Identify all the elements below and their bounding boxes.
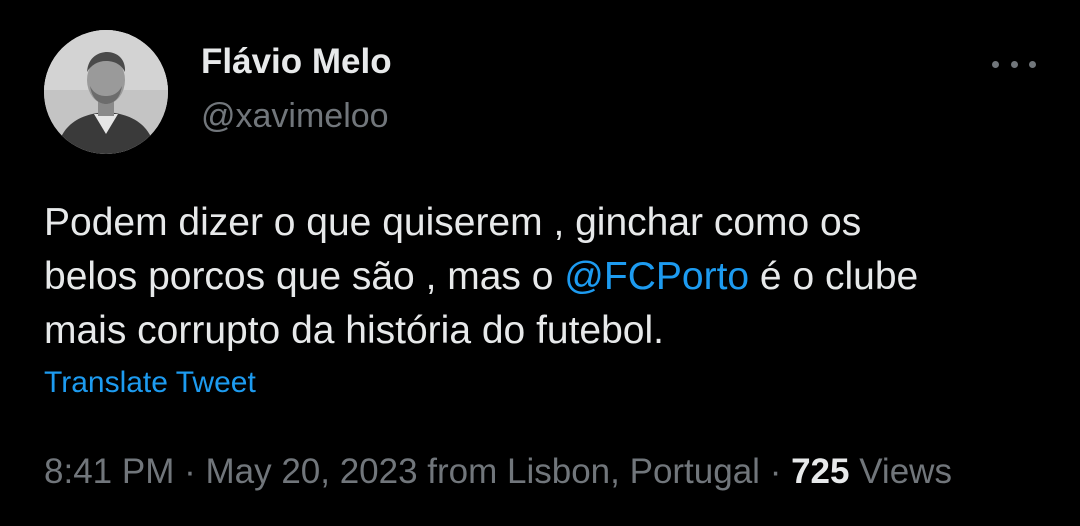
avatar[interactable]	[44, 30, 168, 154]
tweet-text-segment: belos porcos que são , mas o	[44, 255, 565, 298]
tweet-location: from Lisbon, Portugal	[417, 452, 760, 491]
more-dot	[1010, 60, 1018, 68]
more-dot	[1029, 60, 1036, 68]
views-count[interactable]: 725	[791, 452, 849, 491]
tweet-text-segment: é o clube	[749, 255, 919, 298]
tweet-date[interactable]: May 20, 2023	[205, 452, 417, 491]
author-handle[interactable]: @xavimeloo	[201, 97, 389, 136]
tweet-card: Flávio Melo @xavimeloo Podem dizer o que…	[0, 0, 1080, 526]
avatar-photo	[44, 30, 168, 154]
mention-link[interactable]: @FCPorto	[564, 255, 749, 298]
separator: ·	[759, 452, 792, 491]
more-options-icon[interactable]	[992, 52, 1036, 76]
more-dot	[992, 60, 999, 68]
tweet-text-line: mais corrupto da história do futebol.	[44, 309, 665, 352]
separator: ·	[174, 452, 206, 491]
tweet-text: Podem dizer o que quiserem , ginchar com…	[44, 196, 1054, 358]
tweet-time[interactable]: 8:41 PM	[44, 452, 174, 491]
tweet-metadata: 8:41 PM · May 20, 2023 from Lisbon, Port…	[44, 452, 952, 492]
translate-tweet-link[interactable]: Translate Tweet	[44, 366, 256, 400]
views-label[interactable]: Views	[849, 452, 952, 491]
tweet-text-line: belos porcos que são , mas o @FCPorto é …	[44, 250, 1054, 304]
tweet-text-line: Podem dizer o que quiserem , ginchar com…	[44, 201, 862, 244]
author-display-name[interactable]: Flávio Melo	[201, 42, 392, 82]
